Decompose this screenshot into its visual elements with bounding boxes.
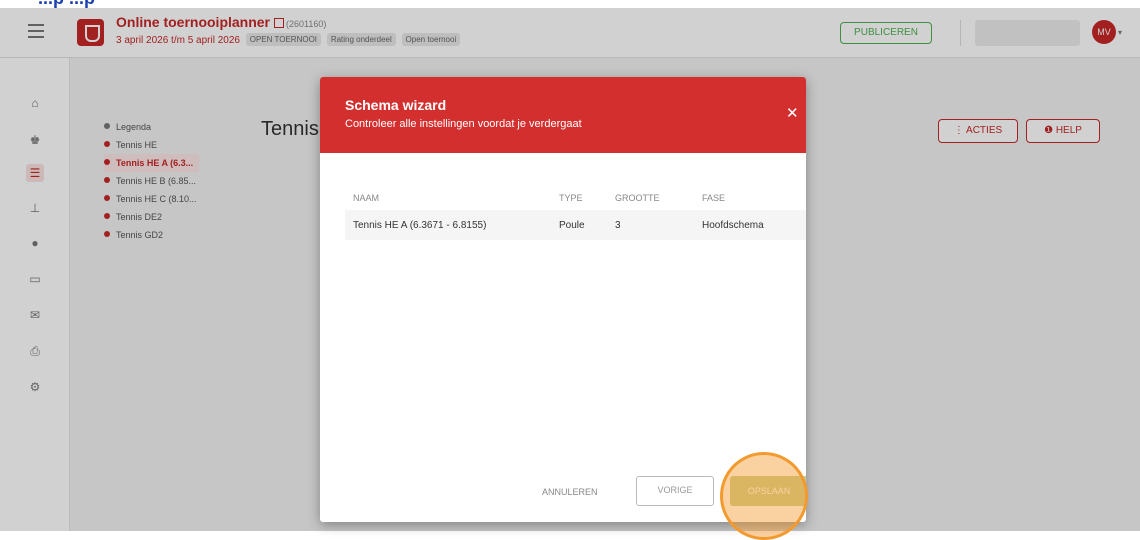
col-size: GROOTTE [615,193,660,203]
table-row[interactable]: Tennis HE A (6.3671 - 6.8155) Poule 3 Ho… [345,210,806,240]
click-highlight-circle [720,452,808,540]
cancel-button[interactable]: ANNULEREN [542,487,598,497]
cell-name: Tennis HE A (6.3671 - 6.8155) [345,210,559,240]
col-phase: FASE [702,193,726,203]
close-icon[interactable]: ✕ [786,106,799,121]
dialog-title: Schema wizard [345,97,447,113]
cell-type: Poule [559,210,615,240]
schema-wizard-dialog: Schema wizard Controleer alle instelling… [320,77,806,522]
col-name: NAAM [353,193,380,203]
dialog-header: Schema wizard Controleer alle instelling… [320,77,806,153]
schema-table: NAAM TYPE GROOTTE FASE Tennis HE A (6.36… [345,186,806,240]
col-type: TYPE [559,193,583,203]
cell-phase: Hoofdschema [702,210,806,240]
cell-size: 3 [615,210,702,240]
previous-button[interactable]: VORIGE [636,476,714,506]
cropped-heading: ...p ...p [38,0,238,8]
top-strip: ...p ...p [0,0,1140,8]
table-header-row: NAAM TYPE GROOTTE FASE [345,186,806,210]
dialog-subtitle: Controleer alle instellingen voordat je … [345,118,582,130]
